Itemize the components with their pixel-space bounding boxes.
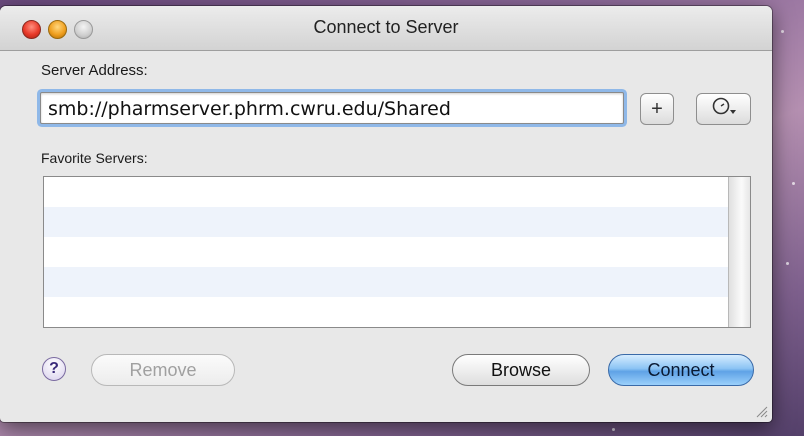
list-row	[44, 297, 750, 327]
list-row	[44, 177, 750, 207]
help-button[interactable]: ?	[42, 357, 66, 381]
desktop-star	[612, 428, 615, 431]
plus-icon: +	[651, 97, 663, 120]
question-mark-icon: ?	[49, 360, 59, 377]
list-row	[44, 267, 750, 297]
desktop-star	[781, 30, 784, 33]
server-address-label: Server Address:	[41, 62, 148, 79]
title-bar[interactable]: Connect to Server	[0, 6, 772, 51]
connect-button[interactable]: Connect	[608, 354, 754, 386]
desktop-star	[786, 262, 789, 265]
resize-grip-icon[interactable]	[754, 404, 768, 418]
recent-servers-button[interactable]	[696, 93, 751, 125]
browse-button[interactable]: Browse	[452, 354, 590, 386]
server-address-field[interactable]: smb://pharmserver.phrm.cwru.edu/Shared	[40, 92, 624, 124]
list-row	[44, 237, 750, 267]
vertical-scrollbar[interactable]	[728, 177, 750, 327]
favorite-servers-list[interactable]	[43, 176, 751, 328]
add-favorite-button[interactable]: +	[640, 93, 674, 125]
window-title: Connect to Server	[313, 17, 459, 37]
favorite-servers-label: Favorite Servers:	[41, 150, 148, 166]
connect-to-server-window: Connect to Server Server Address: smb://…	[0, 6, 772, 422]
list-row	[44, 207, 750, 237]
remove-button[interactable]: Remove	[91, 354, 235, 386]
desktop-star	[792, 182, 795, 185]
clock-icon	[711, 96, 737, 122]
